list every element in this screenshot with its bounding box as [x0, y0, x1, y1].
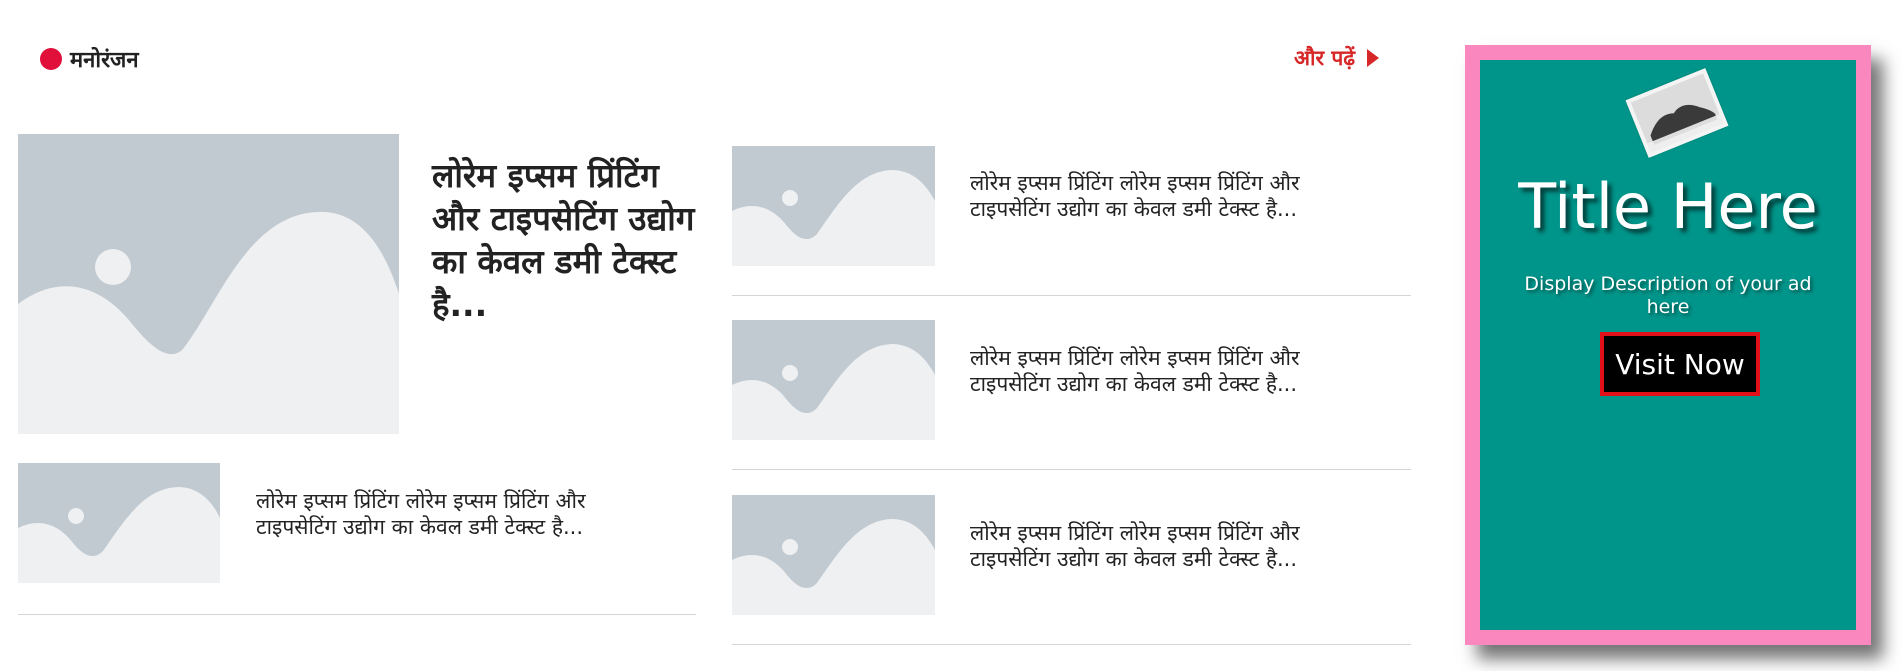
ad-title: Title Here	[1518, 170, 1818, 243]
section-title: मनोरंजन	[70, 48, 139, 73]
visit-now-button[interactable]: Visit Now	[1600, 332, 1760, 396]
page: मनोरंजन और पढ़ें लोरेम इप्सम प्रिंटिंग औ…	[0, 0, 1903, 671]
list-item-thumbnail[interactable]	[732, 146, 935, 266]
list-item-text[interactable]: लोरेम इप्सम प्रिंटिंग लोरेम इप्सम प्रिंट…	[970, 170, 1360, 222]
divider	[18, 614, 696, 615]
ad-description: Display Description of your ad here	[1524, 273, 1812, 318]
featured-headline[interactable]: लोरेम इप्सम प्रिंटिंग और टाइपसेटिंग उद्य…	[432, 154, 702, 326]
ad-image	[1625, 68, 1729, 158]
section-header: मनोरंजन	[40, 44, 139, 74]
image-placeholder-icon	[732, 320, 935, 440]
image-placeholder-icon	[18, 463, 220, 583]
featured-image[interactable]	[18, 134, 399, 434]
list-item-text[interactable]: लोरेम इप्सम प्रिंटिंग लोरेम इप्सम प्रिंट…	[256, 488, 646, 540]
divider	[732, 295, 1411, 296]
red-dot-icon	[40, 48, 62, 70]
list-item-thumbnail[interactable]	[732, 495, 935, 615]
image-placeholder-icon	[18, 134, 399, 434]
divider	[732, 469, 1411, 470]
triangle-right-icon	[1367, 49, 1380, 67]
list-item-thumbnail[interactable]	[732, 320, 935, 440]
read-more-label[interactable]: और पढ़ें	[1294, 44, 1355, 72]
list-item-thumbnail[interactable]	[18, 463, 220, 583]
divider	[732, 644, 1411, 645]
list-item-text[interactable]: लोरेम इप्सम प्रिंटिंग लोरेम इप्सम प्रिंट…	[970, 345, 1360, 397]
list-item-text[interactable]: लोरेम इप्सम प्रिंटिंग लोरेम इप्सम प्रिंट…	[970, 520, 1360, 572]
ad-panel: Title Here Display Description of your a…	[1480, 60, 1856, 630]
image-placeholder-icon	[732, 146, 935, 266]
read-more-link[interactable]: और पढ़ें	[1294, 44, 1380, 72]
image-placeholder-icon	[732, 495, 935, 615]
ad-banner[interactable]: Title Here Display Description of your a…	[1465, 45, 1871, 645]
rock-photo-icon	[1625, 68, 1729, 158]
